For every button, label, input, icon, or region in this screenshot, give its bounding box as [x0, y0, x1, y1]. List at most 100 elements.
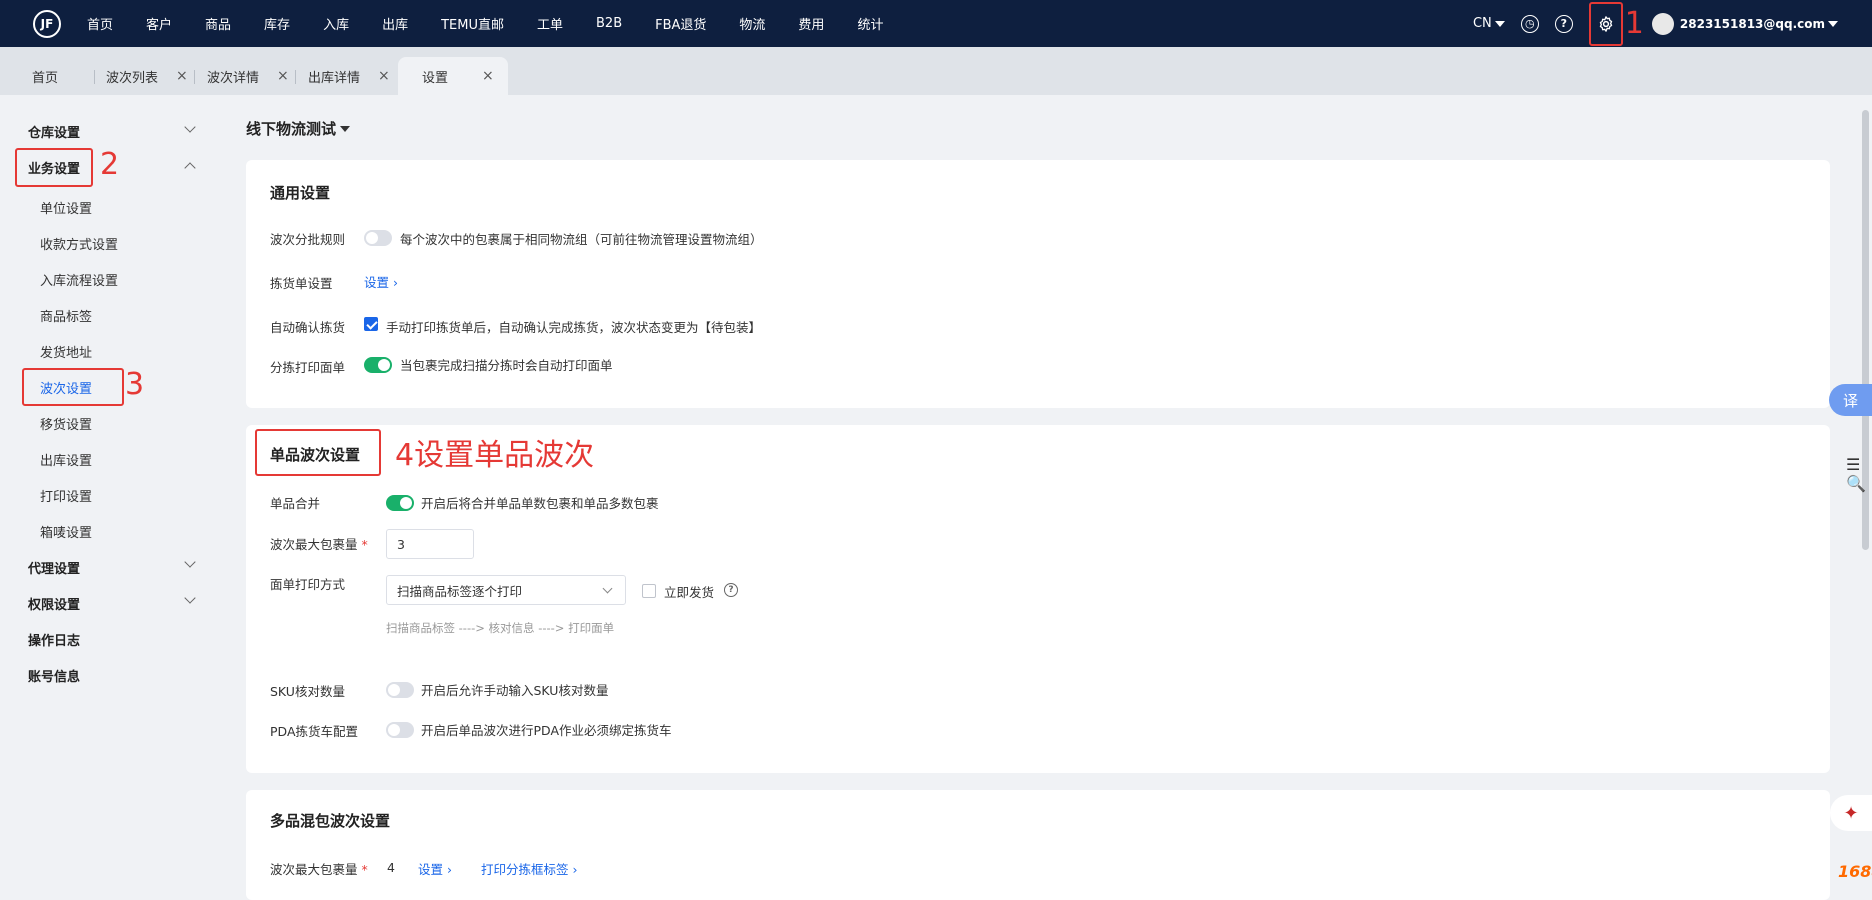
chevron-down-icon[interactable] — [184, 556, 196, 568]
sidebar-item-account[interactable]: 账号信息 — [28, 666, 80, 685]
tab-label: 首页 — [32, 70, 59, 86]
link-text: 设置 — [418, 862, 444, 877]
top-nav: JF 首页 客户 商品 库存 入库 出库 TEMU直邮 工单 B2B FBA退货… — [0, 0, 1872, 47]
tab-label: 波次详情 — [207, 70, 260, 86]
chevron-down-icon[interactable] — [184, 121, 196, 133]
tab-separator — [194, 70, 195, 84]
pick-list-settings-link[interactable]: 设置 › — [364, 272, 398, 291]
auto-confirm-checkbox[interactable] — [364, 317, 378, 331]
caret-down-icon — [1494, 20, 1505, 27]
nav-home[interactable]: 首页 — [87, 14, 113, 33]
max-package-input[interactable]: 3 — [386, 529, 474, 559]
chevron-down-icon[interactable] — [184, 592, 196, 604]
sidebar-item-payment[interactable]: 收款方式设置 — [40, 234, 118, 253]
translate-button[interactable]: 译 — [1829, 384, 1872, 416]
tab-settings[interactable]: 设置 × — [398, 57, 508, 95]
tab-home[interactable]: 首页 — [32, 57, 58, 95]
sidebar-item-permission[interactable]: 权限设置 — [28, 594, 80, 613]
help-icon[interactable]: ? — [724, 583, 738, 597]
sort-print-label: 分拣打印面单 — [270, 360, 346, 375]
sku-check-toggle[interactable] — [386, 682, 414, 698]
required-mark: * — [361, 537, 368, 552]
nav-stats[interactable]: 统计 — [857, 14, 883, 33]
sidebar-item-print[interactable]: 打印设置 — [40, 486, 92, 505]
sidebar-item-move[interactable]: 移货设置 — [40, 414, 92, 433]
brand-1688-icon[interactable]: 1688 — [1838, 862, 1872, 881]
required-mark: * — [361, 862, 368, 877]
chevron-up-icon[interactable] — [184, 162, 196, 174]
tab-label: 波次列表 — [106, 70, 159, 86]
single-wave-card: 单品波次设置 4设置单品波次 单品合并 开启后将合并单品单数包裹和单品多数包裹 … — [246, 425, 1830, 773]
chevron-down-icon — [602, 583, 613, 594]
nav-right: CN ◷ ? 1 2823151813@qq.com — [1473, 0, 1872, 47]
tab-label: 出库详情 — [308, 70, 361, 86]
search-list-icon[interactable]: ☰🔍 — [1846, 455, 1872, 493]
clock-icon[interactable]: ◷ — [1520, 14, 1539, 33]
multi-settings-link[interactable]: 设置 › — [418, 859, 452, 878]
single-merge-label: 单品合并 — [270, 496, 321, 511]
annotation-4: 4设置单品波次 — [395, 438, 595, 473]
nav-fba-return[interactable]: FBA退货 — [655, 14, 706, 33]
ship-now-checkbox[interactable] — [642, 584, 656, 598]
wave-batch-rule-desc: 每个波次中的包裹属于相同物流组（可前往物流管理设置物流组） — [400, 232, 763, 247]
sidebar-item-outbound[interactable]: 出库设置 — [40, 450, 92, 469]
sku-check-desc: 开启后允许手动输入SKU核对数量 — [421, 683, 609, 698]
close-icon[interactable]: × — [378, 68, 390, 84]
nav-b2b[interactable]: B2B — [596, 16, 622, 31]
user-menu[interactable]: 2823151813@qq.com — [1680, 17, 1838, 31]
user-email: 2823151813@qq.com — [1679, 16, 1825, 31]
nav-inbound[interactable]: 入库 — [323, 14, 349, 33]
sidebar-item-agent[interactable]: 代理设置 — [28, 558, 80, 577]
print-method-select[interactable]: 扫描商品标签逐个打印 — [386, 575, 626, 605]
pick-list-label: 拣货单设置 — [270, 276, 333, 291]
wave-batch-rule-toggle[interactable] — [364, 230, 392, 246]
close-icon[interactable]: × — [176, 68, 188, 84]
highlight-box — [15, 148, 93, 187]
nav-temu[interactable]: TEMU直邮 — [441, 14, 504, 33]
wave-batch-rule-label: 波次分批规则 — [270, 232, 346, 247]
language-selector[interactable]: CN — [1473, 16, 1505, 31]
auto-confirm-desc: 手动打印拣货单后，自动确认完成拣货，波次状态变更为【待包装】 — [386, 320, 762, 335]
logo[interactable]: JF — [33, 9, 61, 38]
tab-outbound-detail[interactable]: 出库详情 × — [308, 57, 390, 95]
nav-customers[interactable]: 客户 — [146, 14, 172, 33]
sidebar-item-product-label[interactable]: 商品标签 — [40, 306, 92, 325]
nav-logistics[interactable]: 物流 — [739, 14, 765, 33]
sort-print-toggle[interactable] — [364, 357, 392, 373]
single-merge-toggle[interactable] — [386, 495, 414, 511]
section-title: 多品混包波次设置 — [270, 812, 391, 830]
settings-button[interactable] — [1588, 1, 1623, 46]
print-method-label: 面单打印方式 — [270, 577, 346, 592]
nav-outbound[interactable]: 出库 — [382, 14, 408, 33]
sidebar-item-ship-address[interactable]: 发货地址 — [40, 342, 92, 361]
sidebar-item-warehouse[interactable]: 仓库设置 — [28, 122, 80, 141]
tab-wave-list[interactable]: 波次列表 × — [106, 57, 188, 95]
multi-max-label: 波次最大包裹量 * — [270, 859, 368, 878]
pda-cart-toggle[interactable] — [386, 722, 414, 738]
sidebar-item-carton[interactable]: 箱唛设置 — [40, 522, 92, 541]
close-icon[interactable]: × — [482, 68, 494, 84]
select-value: 扫描商品标签逐个打印 — [397, 583, 523, 599]
avatar[interactable] — [1651, 12, 1674, 35]
annotation-2: 2 — [100, 147, 120, 182]
input-value: 3 — [397, 536, 405, 552]
print-sort-label-link[interactable]: 打印分拣框标签 › — [481, 859, 578, 878]
general-settings-card: 通用设置 波次分批规则 每个波次中的包裹属于相同物流组（可前往物流管理设置物流组… — [246, 160, 1830, 408]
warehouse-selector[interactable]: 线下物流测试 — [246, 118, 351, 139]
sidebar-item-log[interactable]: 操作日志 — [28, 630, 80, 649]
sidebar-item-inbound-flow[interactable]: 入库流程设置 — [40, 270, 118, 289]
gear-icon — [1599, 15, 1613, 32]
nav-products[interactable]: 商品 — [205, 14, 231, 33]
print-flow-hint: 扫描商品标签 ----> 核对信息 ----> 打印面单 — [386, 621, 615, 635]
sidebar-item-units[interactable]: 单位设置 — [40, 198, 92, 217]
tab-wave-detail[interactable]: 波次详情 × — [207, 57, 289, 95]
caret-down-icon — [1828, 20, 1838, 27]
ai-assistant-icon[interactable]: ✦ — [1830, 795, 1872, 831]
close-icon[interactable]: × — [277, 68, 289, 84]
help-icon[interactable]: ? — [1554, 14, 1573, 33]
nav-workorder[interactable]: 工单 — [537, 14, 563, 33]
ship-now-label: 立即发货 — [664, 585, 715, 600]
nav-fees[interactable]: 费用 — [798, 14, 824, 33]
nav-inventory[interactable]: 库存 — [264, 14, 290, 33]
page-title: 线下物流测试 — [246, 120, 337, 138]
